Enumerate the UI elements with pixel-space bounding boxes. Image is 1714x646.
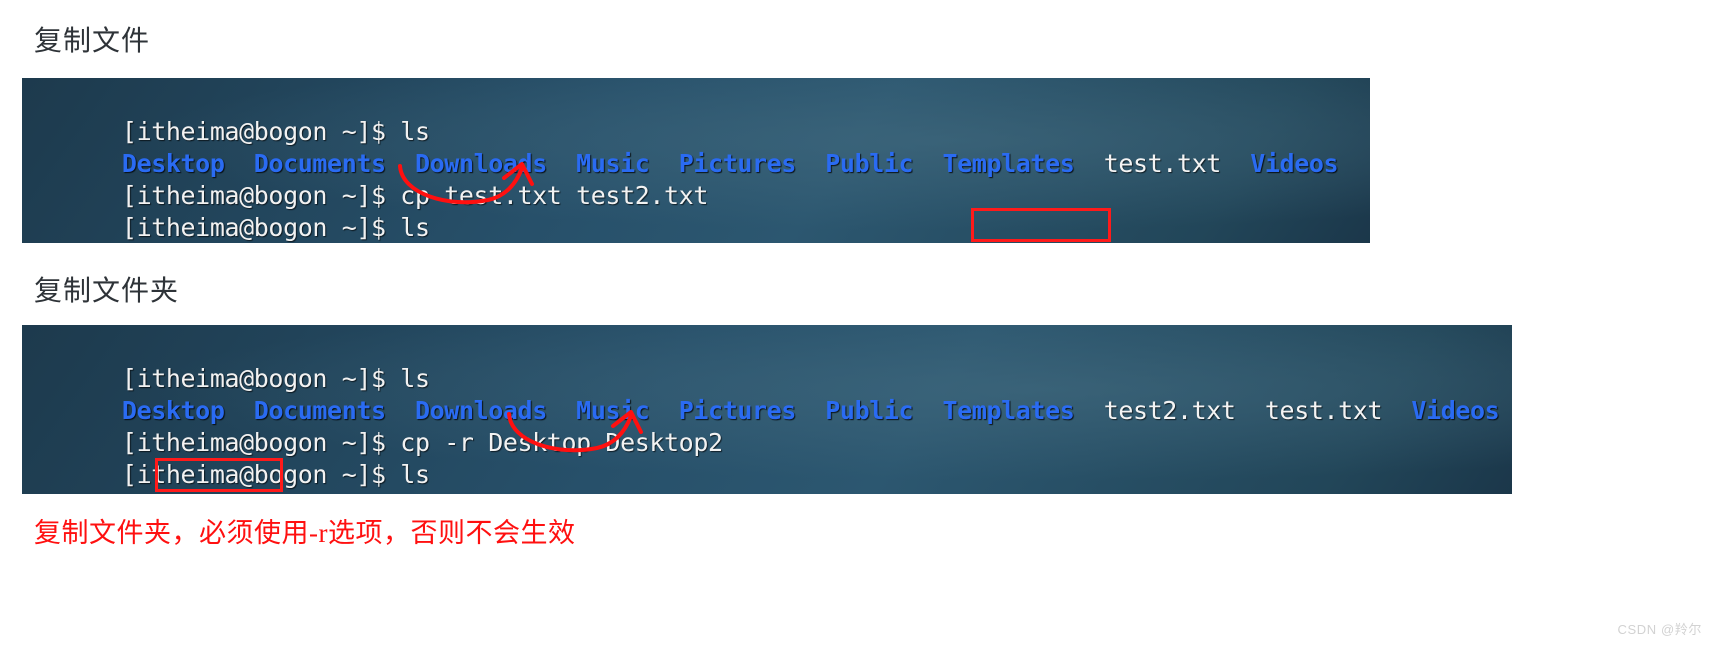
ls-entry-file: test.txt — [1264, 396, 1383, 425]
ls-entry-dir: Templates — [942, 396, 1075, 425]
ls-entry-dir-highlighted: Desktop2 — [254, 492, 372, 494]
terminal-window-copy-file: [itheima@bogon ~]$ ls Desktop Documents … — [22, 78, 1370, 243]
ls-entry-dir: Public — [825, 149, 914, 178]
ls-entry-dir: Documents — [400, 492, 532, 494]
tutorial-page: 复制文件 [itheima@bogon ~]$ ls Desktop Docum… — [0, 0, 1714, 646]
section-heading-copy-file: 复制文件 — [34, 26, 151, 57]
ls-entry-dir: Desktop — [122, 492, 225, 494]
section-heading-copy-folder: 复制文件夹 — [34, 276, 180, 307]
ls-entry-file: test.txt — [1103, 149, 1222, 178]
shell-command-cp-r: cp -r Desktop Desktop2 — [400, 428, 723, 457]
ls-entry-file: test.txt — [1411, 492, 1512, 494]
terminal-line-ls-output: Desktop Documents Downloads Music Pictur… — [34, 212, 1370, 243]
terminal-window-copy-folder: [itheima@bogon ~]$ ls Desktop Documents … — [22, 325, 1512, 494]
ls-entry-dir: Music — [723, 492, 797, 494]
annotation-note-text: 复制文件夹，必须使用-r选项，否则不会生效 — [34, 518, 576, 548]
ls-entry-dir: Templates — [942, 149, 1075, 178]
ls-entry-file: test2.txt — [1250, 492, 1382, 494]
terminal-line-ls-output: Desktop Desktop2 Documents Downloads Mus… — [34, 459, 1512, 494]
ls-entry-file: test2.txt — [1103, 396, 1236, 425]
shell-command-cp: cp test.txt test2.txt — [400, 181, 708, 210]
ls-entry-dir: Templates — [1089, 492, 1221, 494]
ls-entry-dir: Public — [825, 396, 914, 425]
ls-entry-dir: Videos — [1250, 149, 1339, 178]
csdn-watermark: CSDN @羚尔 — [1617, 622, 1702, 637]
ls-entry-dir: Downloads — [562, 492, 694, 494]
ls-entry-dir: Public — [972, 492, 1060, 494]
ls-entry-dir: Videos — [1411, 396, 1500, 425]
ls-entry-dir: Pictures — [825, 492, 943, 494]
